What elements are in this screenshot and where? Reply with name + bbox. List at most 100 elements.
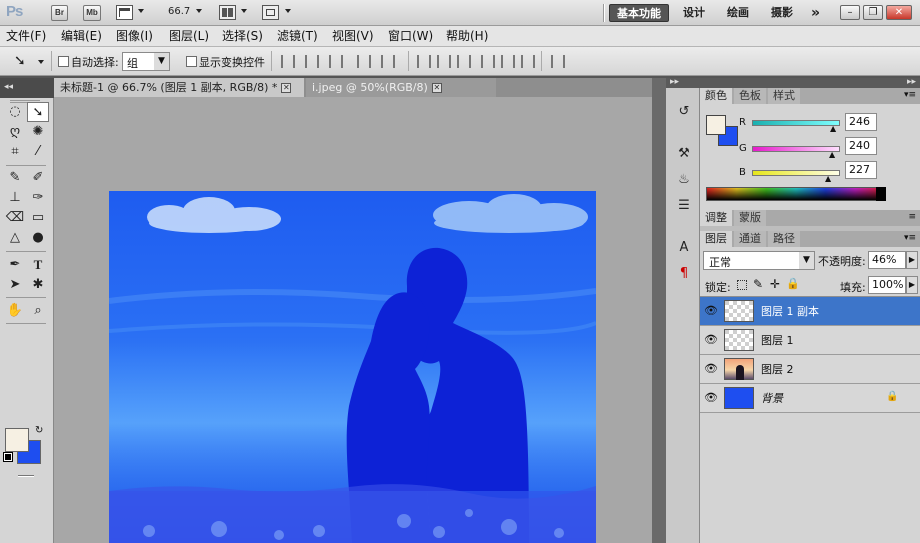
menu-filter[interactable]: 滤镜(T) xyxy=(277,28,318,44)
align-vertical-center-icon[interactable] xyxy=(305,55,319,68)
tool-presets-icon[interactable]: ⚒ xyxy=(675,146,693,162)
lock-transparent-icon[interactable] xyxy=(737,280,747,290)
crop-tool-icon[interactable]: ⌗ xyxy=(4,142,26,162)
workspace-essentials-button[interactable]: 基本功能 xyxy=(609,4,669,22)
align-left-icon[interactable] xyxy=(357,55,371,68)
dock-header[interactable]: ▸▸ ▸▸ xyxy=(666,77,920,88)
lock-paint-icon[interactable]: ✎ xyxy=(753,277,763,291)
green-value-field[interactable]: 240 xyxy=(845,137,877,155)
panel-menu-icon[interactable]: ≡ xyxy=(908,212,916,222)
zoom-tool-icon[interactable]: ⌕ xyxy=(27,301,49,321)
color-spectrum-bar[interactable] xyxy=(706,187,886,201)
menu-view[interactable]: 视图(V) xyxy=(332,28,374,44)
auto-select-checkbox[interactable] xyxy=(58,56,69,67)
tab-swatches[interactable]: 色板 xyxy=(734,88,766,104)
marquee-tool-icon[interactable]: ◌ xyxy=(4,102,26,122)
actions-panel-icon[interactable]: ☰ xyxy=(675,198,693,214)
menu-image[interactable]: 图像(I) xyxy=(116,28,153,44)
red-value-field[interactable]: 246 xyxy=(845,113,877,131)
auto-align-layers-icon[interactable] xyxy=(551,55,565,68)
character-panel-icon[interactable]: A xyxy=(675,240,693,256)
tab-i-jpeg[interactable]: i.jpeg @ 50%(RGB/8) ✕ xyxy=(306,78,496,97)
align-bottom-icon[interactable] xyxy=(329,55,343,68)
menu-file[interactable]: 文件(F) xyxy=(6,28,46,44)
tab-untitled-1[interactable]: 未标题-1 @ 66.7% (图层 1 副本, RGB/8) * ✕ xyxy=(54,78,304,97)
swap-colors-icon[interactable]: ↻ xyxy=(35,425,43,436)
more-workspaces-button[interactable]: » xyxy=(805,4,826,22)
panel-menu-icon[interactable]: ▾≡ xyxy=(904,233,916,243)
close-button[interactable]: ✕ xyxy=(886,5,912,20)
chevron-down-icon[interactable] xyxy=(38,60,44,64)
paragraph-panel-icon[interactable]: ¶ xyxy=(675,266,693,282)
chevron-down-icon[interactable] xyxy=(138,9,144,13)
panel-menu-icon[interactable]: ▾≡ xyxy=(904,90,916,100)
menu-select[interactable]: 选择(S) xyxy=(222,28,263,44)
menu-help[interactable]: 帮助(H) xyxy=(446,28,488,44)
view-extras-icon[interactable] xyxy=(116,5,133,20)
slider-thumb[interactable]: ▲ xyxy=(829,150,835,159)
history-panel-icon[interactable]: ↺ xyxy=(675,104,693,120)
distribute-left-icon[interactable] xyxy=(481,55,495,68)
shape-tool-icon[interactable]: ✱ xyxy=(27,275,49,295)
visibility-eye-icon[interactable]: 👁 xyxy=(704,391,718,405)
tab-styles[interactable]: 样式 xyxy=(768,88,800,104)
lasso-tool-icon[interactable]: ღ xyxy=(4,122,26,142)
tab-masks[interactable]: 蒙版 xyxy=(734,210,766,226)
chevron-down-icon[interactable] xyxy=(285,9,291,13)
vertical-scrollbar[interactable] xyxy=(652,78,666,543)
workspace-photography-button[interactable]: 摄影 xyxy=(765,4,799,22)
close-tab-icon[interactable]: ✕ xyxy=(431,83,442,93)
tab-paths[interactable]: 路径 xyxy=(768,231,800,247)
black-chip[interactable] xyxy=(876,187,886,201)
slider-thumb[interactable]: ▲ xyxy=(825,174,831,183)
align-horizontal-center-icon[interactable] xyxy=(381,55,395,68)
lock-position-icon[interactable]: ✛ xyxy=(770,277,780,291)
brush-tool-icon[interactable]: ✐ xyxy=(27,168,49,188)
tab-adjustments[interactable]: 调整 xyxy=(700,210,732,226)
show-transform-controls-checkbox[interactable] xyxy=(186,56,197,67)
move-tool-preset-icon[interactable]: ➘ xyxy=(14,53,26,69)
opacity-slider-icon[interactable]: ▶ xyxy=(906,251,918,269)
quick-mask-icon[interactable] xyxy=(18,475,34,477)
tab-channels[interactable]: 通道 xyxy=(734,231,766,247)
menu-layer[interactable]: 图层(L) xyxy=(169,28,209,44)
opacity-field[interactable]: 46% xyxy=(868,251,906,269)
green-slider[interactable] xyxy=(752,146,840,152)
document-canvas[interactable] xyxy=(109,191,596,543)
bridge-button[interactable]: Br xyxy=(51,5,68,21)
chevron-down-icon[interactable] xyxy=(241,9,247,13)
toolbox-header[interactable]: ◂◂ xyxy=(0,78,54,98)
distribute-horizontal-center-icon[interactable] xyxy=(501,55,515,68)
layer-row-layer-1-copy[interactable]: 👁 图层 1 副本 xyxy=(700,297,920,326)
gradient-tool-icon[interactable]: ▭ xyxy=(27,208,49,228)
default-colors-icon[interactable] xyxy=(3,452,13,462)
spot-healing-tool-icon[interactable]: ✎ xyxy=(4,168,26,188)
menu-edit[interactable]: 编辑(E) xyxy=(61,28,102,44)
foreground-color-chip[interactable] xyxy=(706,115,726,135)
layers-empty-area[interactable] xyxy=(700,413,920,543)
red-slider[interactable] xyxy=(752,120,840,126)
minimize-button[interactable]: – xyxy=(840,5,860,20)
dodge-tool-icon[interactable]: ● xyxy=(27,228,49,248)
fill-field[interactable]: 100% xyxy=(868,276,906,294)
history-brush-tool-icon[interactable]: ✑ xyxy=(27,188,49,208)
distribute-right-icon[interactable] xyxy=(521,55,535,68)
visibility-eye-icon[interactable]: 👁 xyxy=(704,333,718,347)
tab-color[interactable]: 颜色 xyxy=(700,88,732,104)
workspace-design-button[interactable]: 设计 xyxy=(677,4,711,22)
auto-select-dropdown[interactable]: 组 ▼ xyxy=(122,52,170,71)
clone-stamp-tool-icon[interactable]: ⊥ xyxy=(4,188,26,208)
slider-thumb[interactable]: ▲ xyxy=(830,124,836,133)
quick-selection-tool-icon[interactable]: ✺ xyxy=(27,122,49,142)
visibility-eye-icon[interactable]: 👁 xyxy=(704,304,718,318)
screen-mode-icon[interactable] xyxy=(262,5,279,20)
arrange-documents-icon[interactable] xyxy=(219,5,236,20)
pen-tool-icon[interactable]: ✒ xyxy=(4,255,26,275)
blue-value-field[interactable]: 227 xyxy=(845,161,877,179)
blend-mode-dropdown[interactable]: 正常 ▼ xyxy=(703,251,815,270)
hand-tool-icon[interactable]: ✋ xyxy=(4,301,26,321)
foreground-color-swatch[interactable] xyxy=(5,428,29,452)
distribute-bottom-icon[interactable] xyxy=(457,55,471,68)
layer-row-background[interactable]: 👁 背景 🔒 xyxy=(700,384,920,413)
workspace-painting-button[interactable]: 绘画 xyxy=(721,4,755,22)
